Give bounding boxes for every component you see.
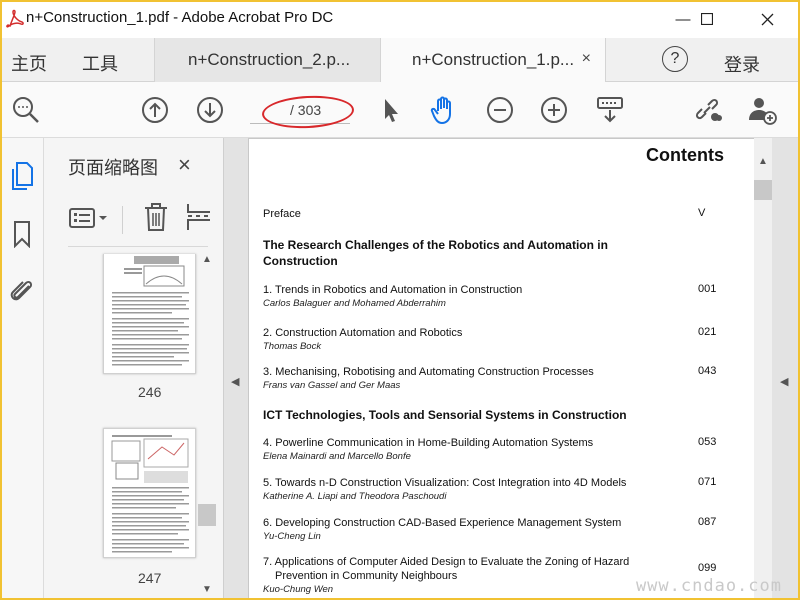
- help-icon[interactable]: ?: [662, 46, 688, 72]
- maximize-button[interactable]: [684, 0, 730, 38]
- toc-entry[interactable]: 2. Construction Automation and Robotics …: [263, 326, 733, 353]
- toc-entry[interactable]: 4. Powerline Communication in Home-Build…: [263, 436, 733, 463]
- toc-entry-page: 021: [698, 326, 717, 338]
- scroll-up-arrow-icon[interactable]: ▲: [758, 156, 768, 167]
- toc-entry-author: Frans van Gassel and Ger Maas: [263, 380, 401, 391]
- tab-bar: 主页 工具 n+Construction_2.p... n+Constructi…: [0, 38, 800, 82]
- options-menu-icon: [69, 208, 107, 228]
- zoom-out-icon[interactable]: [484, 94, 516, 126]
- maximize-icon: [701, 13, 713, 25]
- panel-separator: [68, 246, 208, 247]
- login-button[interactable]: 登录: [724, 51, 760, 77]
- scrollbar-thumb[interactable]: [198, 504, 216, 526]
- thumbnail-page-preview-image: [112, 256, 189, 366]
- toc-entry[interactable]: 3. Mechanising, Robotising and Automatin…: [263, 365, 733, 392]
- toc-entry-title: 6. Developing Construction CAD-Based Exp…: [263, 517, 622, 529]
- toolbar-divider: [122, 206, 123, 234]
- thumbnail-page-preview-image: [111, 435, 189, 553]
- expand-right-panel-icon[interactable]: ◀: [780, 375, 788, 388]
- page-thumbnails-panel: 页面缩略图 × 246 247 ▲ ▼: [44, 138, 224, 600]
- panel-title: 页面缩略图: [68, 158, 158, 178]
- page-up-icon[interactable]: [139, 94, 171, 126]
- thumbnail-page-number: 247: [138, 570, 162, 586]
- toc-entry[interactable]: 6. Developing Construction CAD-Based Exp…: [263, 516, 733, 543]
- toc-entry-title: 2. Construction Automation and Robotics: [263, 327, 463, 339]
- toc-entry-author: Katherine A. Liapi and Theodora Paschoud…: [263, 491, 447, 502]
- attachments-icon[interactable]: [8, 276, 36, 304]
- toc-preface[interactable]: Preface: [263, 207, 733, 221]
- close-window-button[interactable]: [744, 0, 790, 38]
- toc-section-heading: ICT Technologies, Tools and Sensorial Sy…: [263, 408, 627, 422]
- collapse-left-panel-icon[interactable]: ◀: [231, 375, 239, 388]
- toc-entry-title: 7. Applications of Computer Aided Design…: [263, 556, 630, 568]
- link-share-icon[interactable]: [692, 94, 724, 126]
- toc-entry-title: 1. Trends in Robotics and Automation in …: [263, 284, 523, 296]
- menu-home[interactable]: 主页: [11, 50, 47, 76]
- trash-icon: [145, 203, 167, 231]
- toc-entry-page: 087: [698, 516, 717, 528]
- insert-page-button[interactable]: [186, 202, 210, 232]
- watermark-text: www.cndao.com: [635, 576, 782, 596]
- zoom-in-icon[interactable]: [538, 94, 570, 126]
- tab-close-icon[interactable]: ×: [582, 50, 591, 68]
- contents-heading: Contents: [646, 145, 724, 165]
- scroll-up-arrow-icon[interactable]: ▲: [202, 254, 212, 265]
- tab-label: n+Construction_1.p...: [412, 50, 575, 69]
- toc-entry-title: 3. Mechanising, Robotising and Automatin…: [263, 366, 594, 378]
- keyboard-scroll-icon[interactable]: [594, 94, 626, 126]
- zoom-search-icon[interactable]: [10, 94, 42, 126]
- page-thumbnail[interactable]: [103, 428, 196, 558]
- thumbnail-scrollbar[interactable]: ▲ ▼: [198, 250, 216, 600]
- toolbar: / 303: [0, 82, 800, 138]
- insert-page-icon: [187, 204, 210, 230]
- toc-entry-page: 053: [698, 436, 717, 448]
- delete-page-button[interactable]: [142, 202, 170, 232]
- acrobat-logo-icon: [6, 9, 24, 29]
- navigation-rail: [0, 138, 44, 600]
- menu-tools[interactable]: 工具: [82, 50, 118, 76]
- toc-entry-page: 071: [698, 476, 717, 488]
- page-thumbnails-icon[interactable]: [8, 162, 36, 190]
- panel-toolbar: [44, 196, 224, 240]
- toc-entry-page: 043: [698, 365, 717, 377]
- toc-entry-title: 4. Powerline Communication in Home-Build…: [263, 437, 594, 449]
- title-bar: n+Construction_1.pdf - Adobe Acrobat Pro…: [0, 0, 800, 38]
- tab-document-2[interactable]: n+Construction_2.p...: [154, 38, 380, 82]
- tab-document-1[interactable]: n+Construction_1.p... ×: [380, 38, 606, 82]
- document-scrollbar[interactable]: ▲: [754, 138, 772, 600]
- bookmarks-icon[interactable]: [8, 220, 36, 248]
- tab-label: n+Construction_2.p...: [188, 50, 351, 69]
- panel-close-icon[interactable]: ×: [178, 152, 191, 178]
- add-user-icon[interactable]: [746, 94, 778, 126]
- thumbnail-options-button[interactable]: [68, 204, 112, 232]
- toc-entry-author: Yu-Cheng Lin: [263, 531, 321, 542]
- toc-entry-title: Preface: [263, 208, 301, 220]
- toc-entry-author: Carlos Balaguer and Mohamed Abderrahim: [263, 298, 446, 309]
- select-cursor-icon[interactable]: [374, 94, 406, 126]
- scrollbar-thumb[interactable]: [754, 180, 772, 200]
- pdf-page: Contents Preface V The Research Challeng…: [248, 138, 755, 600]
- toc-section-heading: The Research Challenges of the Robotics …: [263, 238, 608, 268]
- toc-entry-page: V: [698, 207, 706, 219]
- document-view: ◀ ◀ Contents Preface V The Research Chal…: [224, 138, 800, 600]
- toc-entry[interactable]: 5. Towards n-D Construction Visualizatio…: [263, 476, 733, 503]
- toc-entry-page: 099: [698, 562, 717, 574]
- window-title: n+Construction_1.pdf - Adobe Acrobat Pro…: [26, 9, 334, 26]
- toc-entry[interactable]: 1. Trends in Robotics and Automation in …: [263, 283, 733, 310]
- scroll-down-arrow-icon[interactable]: ▼: [202, 584, 212, 595]
- hand-tool-icon[interactable]: [428, 94, 460, 126]
- close-icon: [761, 13, 773, 25]
- thumbnail-page-number: 246: [138, 384, 162, 400]
- toc-entry-author: Thomas Bock: [263, 341, 322, 352]
- page-thumbnail[interactable]: [103, 254, 196, 374]
- toc-entry-page: 001: [698, 283, 717, 295]
- toc-entry-author: Elena Mainardi and Marcello Bonfe: [263, 451, 411, 462]
- page-down-icon[interactable]: [194, 94, 226, 126]
- toc-entry-title: 5. Towards n-D Construction Visualizatio…: [263, 477, 627, 489]
